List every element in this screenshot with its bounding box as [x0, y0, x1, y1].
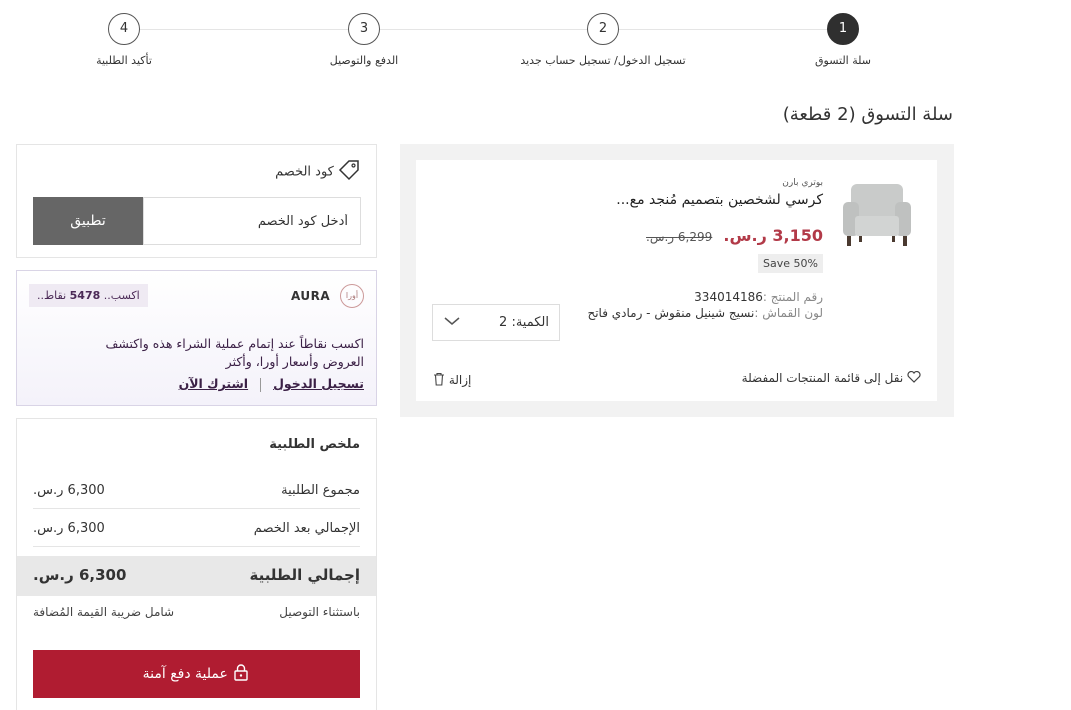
sku-label: رقم المنتج :: [762, 290, 823, 304]
step-label: سلة التسوق: [814, 54, 871, 67]
after-discount-value: 6,300 ر.س.: [33, 521, 105, 536]
product-image[interactable]: [837, 180, 917, 256]
checkout-label: عملية دفع آمنة: [142, 666, 228, 682]
product-meta: رقم المنتج :334014186 لون القماش :نسيج ش…: [583, 289, 823, 321]
quantity-select[interactable]: الكمية: 2: [432, 304, 560, 341]
step-number: 4: [108, 13, 140, 45]
vat-note: شامل ضريبة القيمة المُضافة: [33, 605, 175, 619]
step-confirm: 4 تأكيد الطلبية: [24, 13, 224, 67]
remove-label: إزالة: [448, 373, 472, 387]
step-number: 1: [827, 13, 859, 45]
coupon-label: كود الخصم: [275, 164, 334, 180]
step-number: 3: [348, 13, 380, 45]
coupon-input[interactable]: [143, 197, 361, 245]
sale-price: 3,150 ر.س.: [723, 226, 823, 245]
step-label: تسجيل الدخول/ تسجيل حساب جديد: [520, 54, 686, 67]
wishlist-label: نقل إلى قائمة المنتجات المفضلة: [741, 371, 904, 385]
move-to-wishlist-link[interactable]: نقل إلى قائمة المنتجات المفضلة: [741, 370, 921, 386]
coupon-title: كود الخصم: [275, 159, 360, 185]
page-title: سلة التسوق (2 قطعة): [782, 104, 953, 125]
tag-icon: [338, 159, 360, 185]
product-name[interactable]: كرسي لشخصين بتصميم مُنجد مع...: [616, 192, 823, 208]
aura-login-link[interactable]: تسجيل الدخول: [273, 376, 364, 391]
step-number: 2: [587, 13, 619, 45]
cart-item: بوتري بارن كرسي لشخصين بتصميم مُنجد مع..…: [416, 160, 937, 401]
aura-brand: AURA: [290, 289, 331, 303]
subtotal-label: مجموع الطلبية: [281, 483, 360, 498]
summary-title: ملخص الطلبية: [269, 437, 360, 452]
heart-icon: [907, 370, 921, 386]
step-label: الدفع والتوصيل: [329, 54, 399, 67]
aura-signup-link[interactable]: اشترك الآن: [179, 376, 249, 391]
aura-loyalty-box: أورا AURA اكسب.. 5478 نقاط.. اكسب نقاطاً…: [16, 270, 377, 406]
aura-logo: أورا AURA: [291, 284, 364, 308]
apply-coupon-button[interactable]: تطبيق: [33, 197, 143, 245]
total-label: إجمالي الطلبية: [249, 566, 360, 584]
remove-item-link[interactable]: إزالة: [433, 372, 471, 389]
points-value: 5478: [69, 289, 101, 302]
step-cart: 1 سلة التسوق: [743, 13, 943, 67]
product-brand: بوتري بارن: [782, 178, 823, 188]
step-label: تأكيد الطلبية: [96, 54, 152, 67]
lock-icon: [232, 663, 250, 685]
step-login: 2 تسجيل الدخول/ تسجيل حساب جديد: [503, 13, 703, 67]
aura-links: تسجيل الدخول اشترك الآن: [179, 376, 364, 392]
points-prefix: اكسب..: [103, 289, 140, 302]
price-row: 3,150 ر.س. 6,299 ر.س.: [646, 226, 823, 245]
total-row: إجمالي الطلبية 6,300 ر.س.: [17, 556, 376, 596]
aura-message: اكسب نقاطاً عند إتمام عملية الشراء هذه و…: [105, 336, 364, 369]
cart-panel: بوتري بارن كرسي لشخصين بتصميم مُنجد مع..…: [400, 144, 954, 417]
trash-icon: [433, 372, 445, 389]
link-divider: [260, 377, 262, 392]
coupon-box: كود الخصم تطبيق: [16, 144, 377, 258]
original-price: 6,299 ر.س.: [646, 230, 713, 244]
stepper-line: [124, 29, 844, 30]
sku-value: 334014186: [694, 290, 763, 304]
after-discount-label: الإجمالي بعد الخصم: [253, 521, 360, 536]
aura-points-badge: اكسب.. 5478 نقاط..: [29, 284, 148, 307]
fabric-label: لون القماش :: [754, 306, 823, 320]
save-badge: Save 50%: [758, 254, 823, 273]
step-payment: 3 الدفع والتوصيل: [264, 13, 464, 67]
secure-checkout-button[interactable]: عملية دفع آمنة: [33, 650, 360, 698]
order-summary: ملخص الطلبية مجموع الطلبية 6,300 ر.س. ال…: [16, 418, 377, 710]
points-suffix: نقاط..: [37, 289, 67, 302]
aura-logo-circle: أورا: [340, 284, 364, 308]
delivery-note: باستثناء التوصيل: [279, 605, 360, 619]
quantity-label: الكمية: 2: [499, 315, 549, 330]
chevron-down-icon: [443, 315, 461, 331]
subtotal-value: 6,300 ر.س.: [33, 483, 105, 498]
subtotal-row: مجموع الطلبية 6,300 ر.س.: [33, 473, 360, 509]
checkout-stepper: 1 سلة التسوق 2 تسجيل الدخول/ تسجيل حساب …: [0, 0, 1071, 80]
fabric-value: نسيج شينيل منقوش - رمادي فاتح: [587, 306, 755, 320]
total-value: 6,300 ر.س.: [33, 566, 127, 584]
after-discount-row: الإجمالي بعد الخصم 6,300 ر.س.: [33, 511, 360, 547]
